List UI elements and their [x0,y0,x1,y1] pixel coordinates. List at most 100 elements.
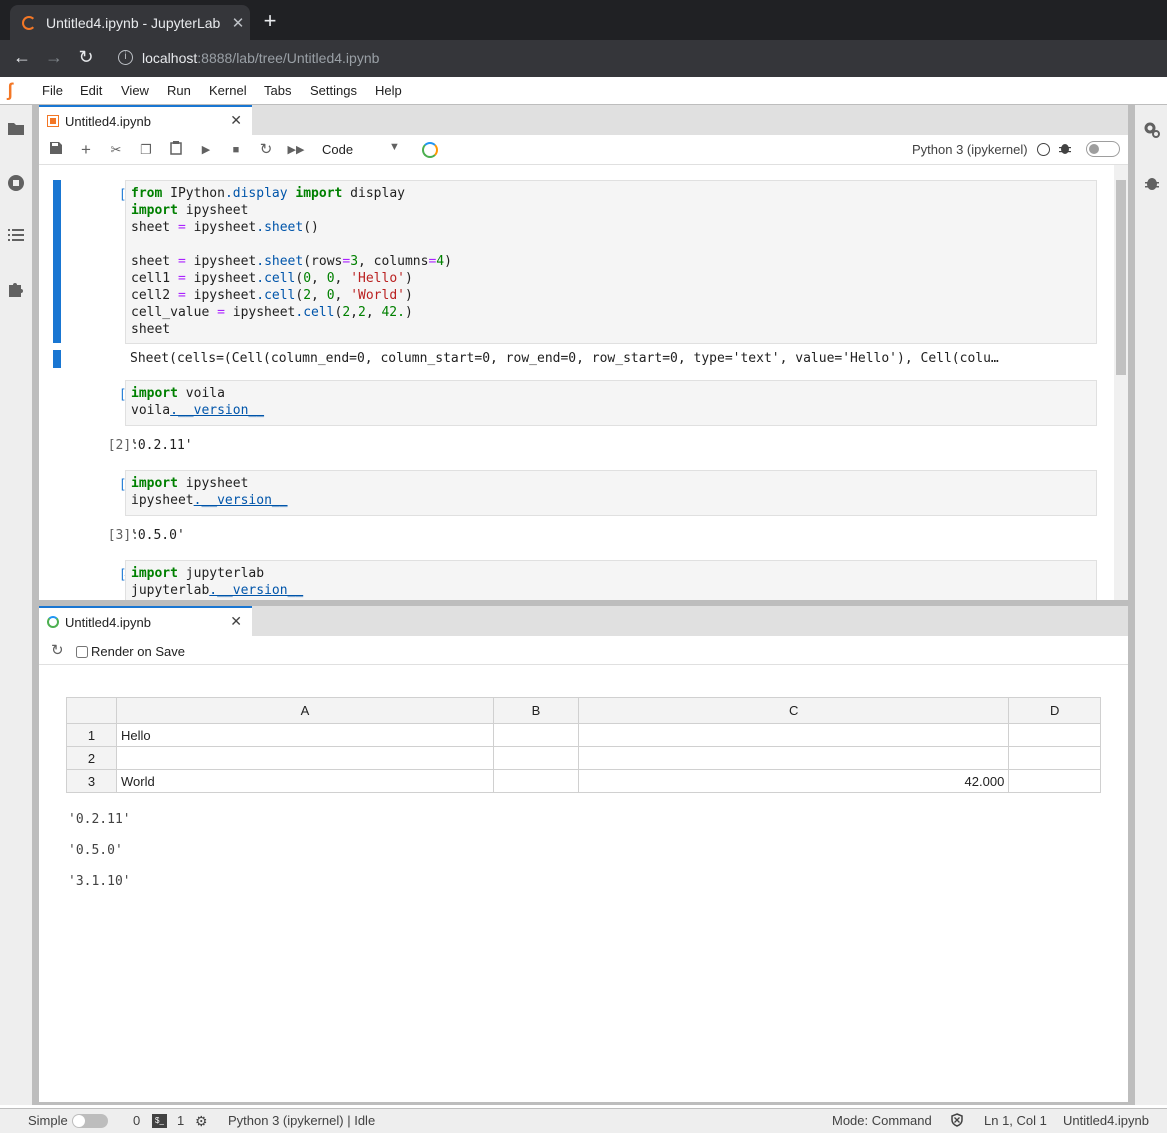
menu-tabs[interactable]: Tabs [264,83,291,98]
sheet-cell[interactable] [1008,769,1101,793]
sheet-cell[interactable] [578,746,1010,770]
bug-icon[interactable] [1059,141,1071,158]
ipysheet-table: A B C D 1 Hello 2 3 World 42.000 [66,697,1101,793]
trust-icon[interactable] [950,1113,964,1130]
code-editor[interactable]: from IPython.display import display impo… [125,180,1097,344]
current-file: Untitled4.ipynb [1063,1113,1149,1128]
render-on-save-label: Render on Save [91,644,185,659]
folder-icon[interactable] [6,121,26,141]
forward-icon[interactable]: → [42,47,66,68]
column-header-d[interactable]: D [1008,697,1101,724]
site-info-icon[interactable]: i [118,50,133,65]
kernel-status[interactable]: Python 3 (ipykernel) | Idle [228,1113,375,1128]
sheet-cell[interactable]: World [116,769,494,793]
kernel-status-icon [1037,143,1050,156]
sheet-cell[interactable] [578,723,1010,747]
preview-output: '3.1.10' [68,874,131,889]
code-editor[interactable]: import jupyterlab jupyterlab.__version__ [125,560,1097,600]
code-cell-3[interactable]: [3]: import ipysheet ipysheet.__version_… [53,470,1097,550]
run-icon[interactable]: ▶ [197,141,215,159]
column-header-b[interactable]: B [492,697,580,724]
paste-icon[interactable] [167,141,185,159]
menu-run[interactable]: Run [167,83,191,98]
sheet-cell[interactable] [492,769,580,793]
row-header[interactable]: 3 [66,769,117,793]
browser-tabstrip: Untitled4.ipynb - JupyterLab ✕ + [0,0,1167,40]
sheet-cell[interactable] [1008,723,1101,747]
cursor-position[interactable]: Ln 1, Col 1 [984,1113,1047,1128]
close-notebook-tab-icon[interactable]: ✕ [230,112,242,129]
kernel-name[interactable]: Python 3 (ipykernel) [912,142,1028,157]
back-icon[interactable]: ← [10,47,34,68]
code-cell-4[interactable]: [4]: import jupyterlab jupyterlab.__vers… [53,560,1097,600]
code-cell-1[interactable]: [1]: from IPython.display import display… [53,180,1097,370]
terminal-icon[interactable]: $_ [152,1114,167,1128]
property-inspector-icon[interactable] [1142,121,1162,141]
extension-icon[interactable] [6,280,26,300]
kernel-chip-icon[interactable]: ⚙ [195,1113,208,1130]
browser-tab-title: Untitled4.ipynb - JupyterLab [46,14,221,31]
close-preview-tab-icon[interactable]: ✕ [230,613,242,630]
code-cell-2[interactable]: [2]: import voila voila.__version__ [2]:… [53,380,1097,460]
menu-view[interactable]: View [121,83,149,98]
mode-indicator: Mode: Command [832,1113,932,1128]
render-on-save-option[interactable]: Render on Save [76,644,185,659]
cut-icon[interactable]: ✂ [107,141,125,159]
voila-spinner-icon [47,616,59,628]
menu-edit[interactable]: Edit [80,83,102,98]
row-header[interactable]: 2 [66,746,117,770]
save-icon[interactable] [47,141,65,159]
sheet-cell[interactable]: 42.000 [578,769,1010,793]
chevron-down-icon[interactable]: ▼ [389,141,400,153]
sheet-row: 3 World 42.000 [66,769,1101,793]
url-field[interactable]: localhost:8888/lab/tree/Untitled4.ipynb [142,50,379,66]
reload-preview-icon[interactable]: ↻ [51,641,64,659]
preview-toolbar: ↻ Render on Save [39,636,1128,665]
toc-icon[interactable] [6,227,26,247]
menu-help[interactable]: Help [375,83,402,98]
notebook-toolbar: + ✂ ❐ ▶ ■ ↻ ▶▶ Code ▼ Python 3 (ipykerne… [39,135,1128,165]
output-collapse-bar[interactable] [53,350,61,368]
cell-output: '0.5.0' [130,528,185,543]
code-editor[interactable]: import ipysheet ipysheet.__version__ [125,470,1097,516]
code-editor[interactable]: import voila voila.__version__ [125,380,1097,426]
sheet-cell[interactable] [492,746,580,770]
debugger-toggle[interactable] [1086,141,1120,157]
fast-forward-icon[interactable]: ▶▶ [287,141,305,159]
notebook-scrollbar[interactable] [1114,165,1128,600]
terminal-count[interactable]: 0 [133,1113,140,1128]
sheet-cell[interactable] [116,746,494,770]
url-host: localhost [142,50,198,66]
cell-output: Sheet(cells=(Cell(column_end=0, column_s… [130,351,999,366]
scrollbar-thumb[interactable] [1116,180,1126,375]
preview-tab[interactable]: Untitled4.ipynb ✕ [39,606,252,636]
voila-preview-panel: A B C D 1 Hello 2 3 World 42.000 '0.2.11… [39,665,1128,1102]
column-header-a[interactable]: A [116,697,494,724]
close-tab-icon[interactable]: ✕ [226,14,250,32]
sheet-cell[interactable] [1008,746,1101,770]
row-header[interactable]: 1 [66,723,117,747]
insert-cell-icon[interactable]: + [77,141,95,159]
sheet-cell[interactable]: Hello [116,723,494,747]
sheet-cell[interactable] [492,723,580,747]
debugger-icon[interactable] [1142,174,1162,194]
menu-kernel[interactable]: Kernel [209,83,247,98]
browser-tab[interactable]: Untitled4.ipynb - JupyterLab ✕ [10,5,250,40]
restart-icon[interactable]: ↻ [257,141,275,159]
stop-icon[interactable]: ■ [227,141,245,159]
notebook-tab[interactable]: Untitled4.ipynb ✕ [39,105,252,135]
menu-file[interactable]: File [42,83,63,98]
copy-icon[interactable]: ❐ [137,141,155,159]
reload-icon[interactable]: ↻ [74,47,98,68]
kernel-count[interactable]: 1 [177,1113,184,1128]
new-tab-icon[interactable]: + [259,8,281,34]
left-sidebar [0,105,33,1105]
cell-type-select[interactable]: Code [322,142,353,157]
render-on-save-checkbox[interactable] [76,645,88,658]
url-path: :8888/lab/tree/Untitled4.ipynb [197,50,380,66]
running-icon[interactable] [6,174,26,194]
cell-output: '0.2.11' [130,438,193,453]
simple-mode-toggle[interactable] [72,1114,108,1128]
menu-settings[interactable]: Settings [310,83,357,98]
column-header-c[interactable]: C [578,697,1010,724]
